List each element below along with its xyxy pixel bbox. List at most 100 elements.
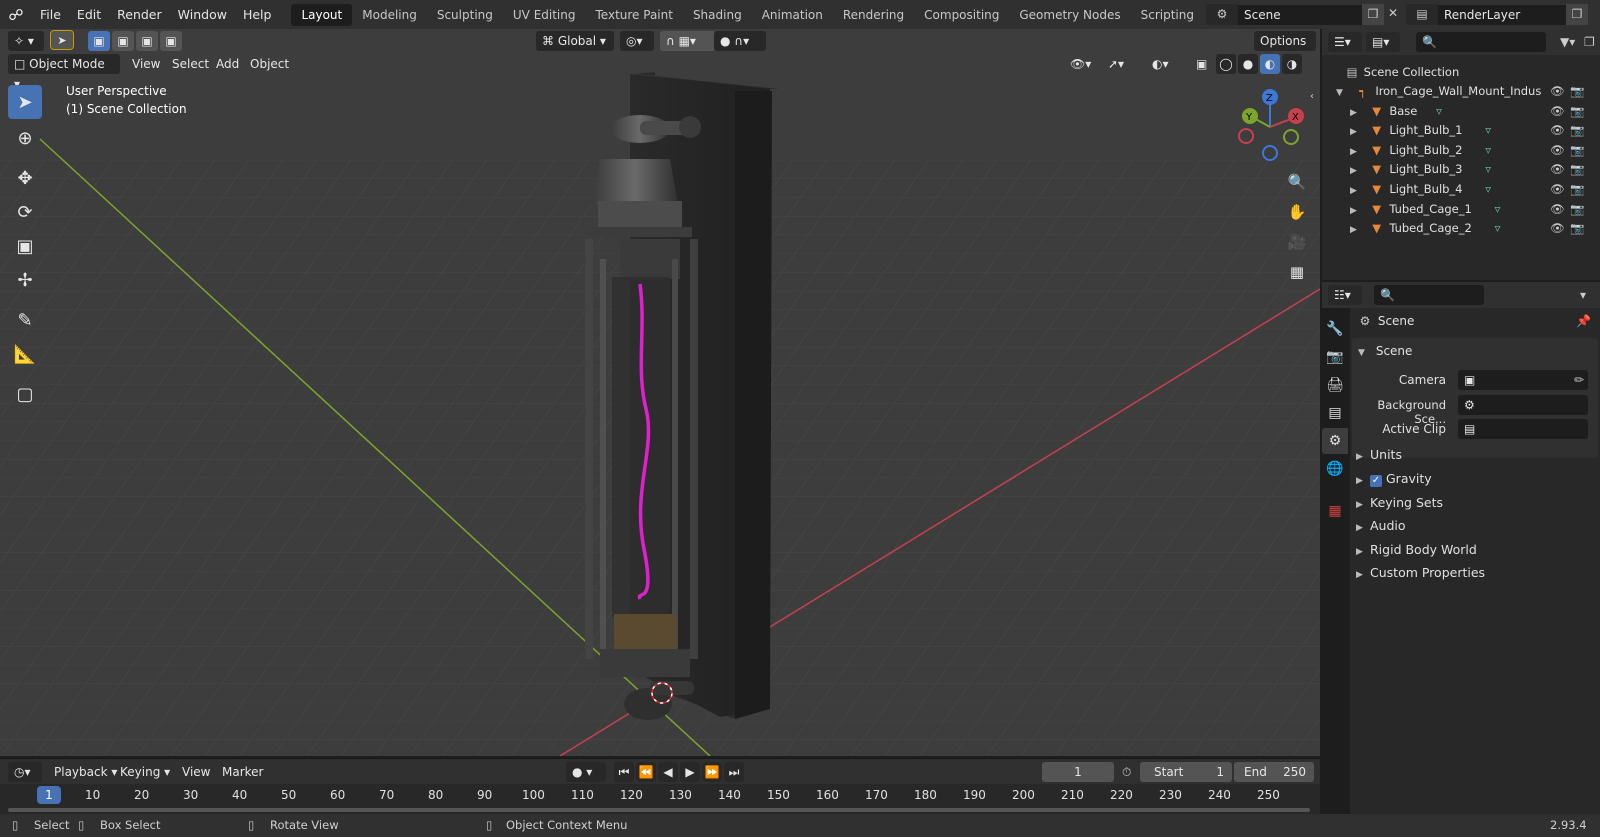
visibility-eye-icon[interactable]: 👁	[1550, 101, 1565, 121]
perspective-grid-icon[interactable]: ▦	[1282, 257, 1312, 287]
outliner-row-collection[interactable]: ▼ ┑ Iron_Cage_Wall_Mount_Indus 👁 📷	[1322, 81, 1600, 101]
extend-selection-icon[interactable]: ▣	[112, 31, 134, 51]
playhead[interactable]: 1	[37, 786, 61, 804]
xray-toggle[interactable]: ▣	[1190, 54, 1212, 74]
render-camera-icon[interactable]: 📷	[1570, 179, 1584, 199]
outliner-row-object[interactable]: ▶ ▼ Tubed_Cage_1 ▿ 👁 📷	[1322, 199, 1600, 219]
render-camera-icon[interactable]: 📷	[1570, 120, 1584, 140]
invert-selection-icon[interactable]: ▣	[160, 31, 182, 51]
tab-uv-editing[interactable]: UV Editing	[503, 4, 586, 26]
visibility-eye-icon[interactable]: 👁	[1550, 179, 1565, 199]
outliner-search-input[interactable]: 🔍	[1416, 32, 1546, 52]
move-tool[interactable]: ✥	[8, 161, 42, 195]
next-keyframe-icon[interactable]: ⏩	[702, 762, 722, 782]
proportional-editing-toggle[interactable]: ● ∩▾	[714, 31, 766, 51]
display-mode-dropdown[interactable]: ▤▾	[1366, 32, 1400, 52]
duplicate-viewlayer-icon[interactable]: ❐	[1566, 4, 1588, 25]
object-menu[interactable]: Object	[244, 54, 295, 74]
duplicate-scene-icon[interactable]: ❐	[1362, 4, 1384, 25]
scene-tab-icon[interactable]: ⚙	[1322, 428, 1348, 454]
outliner[interactable]: ☰▾ ▤▾ 🔍 ▼▾ ❐ ▤ Scene Collection ▼ ┑ Iron…	[1322, 29, 1600, 280]
render-tab-icon[interactable]: 📷	[1322, 344, 1348, 370]
new-selection-icon[interactable]: ▣	[88, 31, 110, 51]
new-collection-icon[interactable]: ❐	[1584, 35, 1595, 49]
zoom-icon[interactable]: 🔍	[1282, 167, 1312, 197]
solid-shading-icon[interactable]: ●	[1238, 54, 1258, 74]
render-camera-icon[interactable]: 📷	[1570, 101, 1584, 121]
3d-viewport[interactable]: Z X Y ✧ ▾ ➤ ▣ ▣ ▣ ▣ ⌘ Global ▾ ◎▾ ∩ ▦▾ ●…	[0, 29, 1320, 756]
tab-sculpting[interactable]: Sculpting	[427, 4, 503, 26]
sidebar-toggle-icon[interactable]: ‹	[1310, 91, 1314, 102]
editor-type-button[interactable]: ✧ ▾	[8, 31, 44, 51]
tool-tab-icon[interactable]: 🔧	[1322, 316, 1348, 342]
jump-end-icon[interactable]: ⏭	[724, 762, 744, 782]
outliner-row-object[interactable]: ▶ ▼ Light_Bulb_2 ▿ 👁 📷	[1322, 140, 1600, 160]
properties-search-input[interactable]: 🔍	[1374, 285, 1484, 305]
properties-options-icon[interactable]: ▾	[1580, 288, 1586, 302]
delete-scene-icon[interactable]: ✕	[1385, 6, 1401, 20]
tab-layout[interactable]: Layout	[291, 3, 353, 26]
subtract-selection-icon[interactable]: ▣	[136, 31, 158, 51]
marker-menu[interactable]: Marker	[216, 762, 269, 782]
expand-icon[interactable]: ▼	[1336, 83, 1350, 103]
viewlayer-selector[interactable]: ▤ RenderLayer ❐	[1406, 4, 1596, 25]
start-frame-field[interactable]: Start 1	[1140, 762, 1232, 782]
timeline-editor-type-button[interactable]: ◷▾	[8, 762, 42, 782]
keying-sets-panel-header[interactable]: ▶ Keying Sets	[1356, 492, 1596, 514]
output-tab-icon[interactable]: 🖨	[1322, 372, 1348, 398]
blender-logo-icon[interactable]: ☍	[0, 6, 32, 24]
end-frame-field[interactable]: End 250	[1234, 762, 1314, 782]
scene-panel-header[interactable]: ▼ Scene	[1358, 341, 1412, 361]
properties-editor[interactable]: ☷▾ 🔍 ▾ 🔧 📷 🖨 ▤ ⚙ 🌐 ▦ ⚙ Scene 📌 ▼ Scene C…	[1322, 282, 1600, 814]
wireframe-shading-icon[interactable]: ◯	[1216, 54, 1236, 74]
world-tab-icon[interactable]: 🌐	[1322, 456, 1348, 482]
select-box-tool[interactable]: ➤	[8, 85, 42, 119]
keying-menu[interactable]: Keying ▾	[114, 762, 176, 782]
camera-field[interactable]: ▣ ✏	[1458, 370, 1588, 390]
visibility-eye-icon[interactable]: 👁	[1550, 140, 1565, 160]
material-shading-icon[interactable]: ◐	[1260, 54, 1280, 74]
background-scene-field[interactable]: ⚙	[1458, 395, 1588, 415]
viewlayer-name-field[interactable]: RenderLayer	[1438, 4, 1566, 25]
active-clip-field[interactable]: ▤	[1458, 419, 1588, 439]
render-camera-icon[interactable]: 📷	[1570, 81, 1584, 101]
render-camera-icon[interactable]: 📷	[1570, 218, 1584, 238]
outliner-row-object[interactable]: ▶ ▼ Base ▿ 👁 📷	[1322, 101, 1600, 121]
current-frame-field[interactable]: 1	[1042, 762, 1114, 782]
rendered-shading-icon[interactable]: ◑	[1282, 54, 1302, 74]
add-menu[interactable]: Add	[210, 54, 245, 74]
rigid-body-world-panel-header[interactable]: ▶ Rigid Body World	[1356, 539, 1596, 561]
timeline[interactable]: ◷▾ Playback ▾ Keying ▾ View Marker ● ▾ ⏮…	[0, 758, 1320, 814]
scale-tool[interactable]: ▣	[8, 229, 42, 263]
menu-edit[interactable]: Edit	[69, 0, 109, 29]
tab-scripting[interactable]: Scripting	[1131, 4, 1204, 26]
outliner-row-object[interactable]: ▶ ▼ Light_Bulb_1 ▿ 👁 📷	[1322, 120, 1600, 140]
tab-animation[interactable]: Animation	[752, 4, 833, 26]
transform-orientation-dropdown[interactable]: ⌘ Global ▾	[536, 31, 614, 51]
render-camera-icon[interactable]: 📷	[1570, 159, 1584, 179]
cursor-tool[interactable]: ⊕	[8, 121, 42, 155]
expand-icon[interactable]: ▶	[1350, 181, 1364, 201]
overlay-toggle[interactable]: ◐▾	[1146, 54, 1188, 74]
texture-tab-icon[interactable]: ▦	[1322, 498, 1348, 524]
visibility-eye-icon[interactable]: 👁	[1550, 159, 1565, 179]
tab-geometry-nodes[interactable]: Geometry Nodes	[1009, 4, 1130, 26]
annotate-tool[interactable]: ✎	[8, 303, 42, 337]
pan-hand-icon[interactable]: ✋	[1282, 197, 1312, 227]
scene-selector[interactable]: ⚙ Scene ❐	[1206, 4, 1384, 25]
camera-view-icon[interactable]: 🎥	[1282, 227, 1312, 257]
play-reverse-icon[interactable]: ◀	[658, 762, 678, 782]
pin-icon[interactable]: 📌	[1576, 310, 1591, 332]
visibility-eye-icon[interactable]: 👁	[1550, 120, 1565, 140]
select-tweak-button[interactable]: ➤	[50, 30, 74, 50]
tab-compositing[interactable]: Compositing	[914, 4, 1009, 26]
menu-render[interactable]: Render	[109, 0, 170, 29]
options-dropdown[interactable]: Options ▾	[1254, 31, 1316, 68]
stopwatch-icon[interactable]: ⏱	[1122, 765, 1131, 780]
outliner-row-object[interactable]: ▶ ▼ Tubed_Cage_2 ▿ 👁 📷	[1322, 218, 1600, 238]
menu-help[interactable]: Help	[235, 0, 280, 29]
menu-window[interactable]: Window	[170, 0, 235, 29]
outliner-editor-type-button[interactable]: ☰▾	[1328, 32, 1362, 52]
view-menu[interactable]: View	[126, 54, 166, 74]
tab-rendering[interactable]: Rendering	[833, 4, 914, 26]
